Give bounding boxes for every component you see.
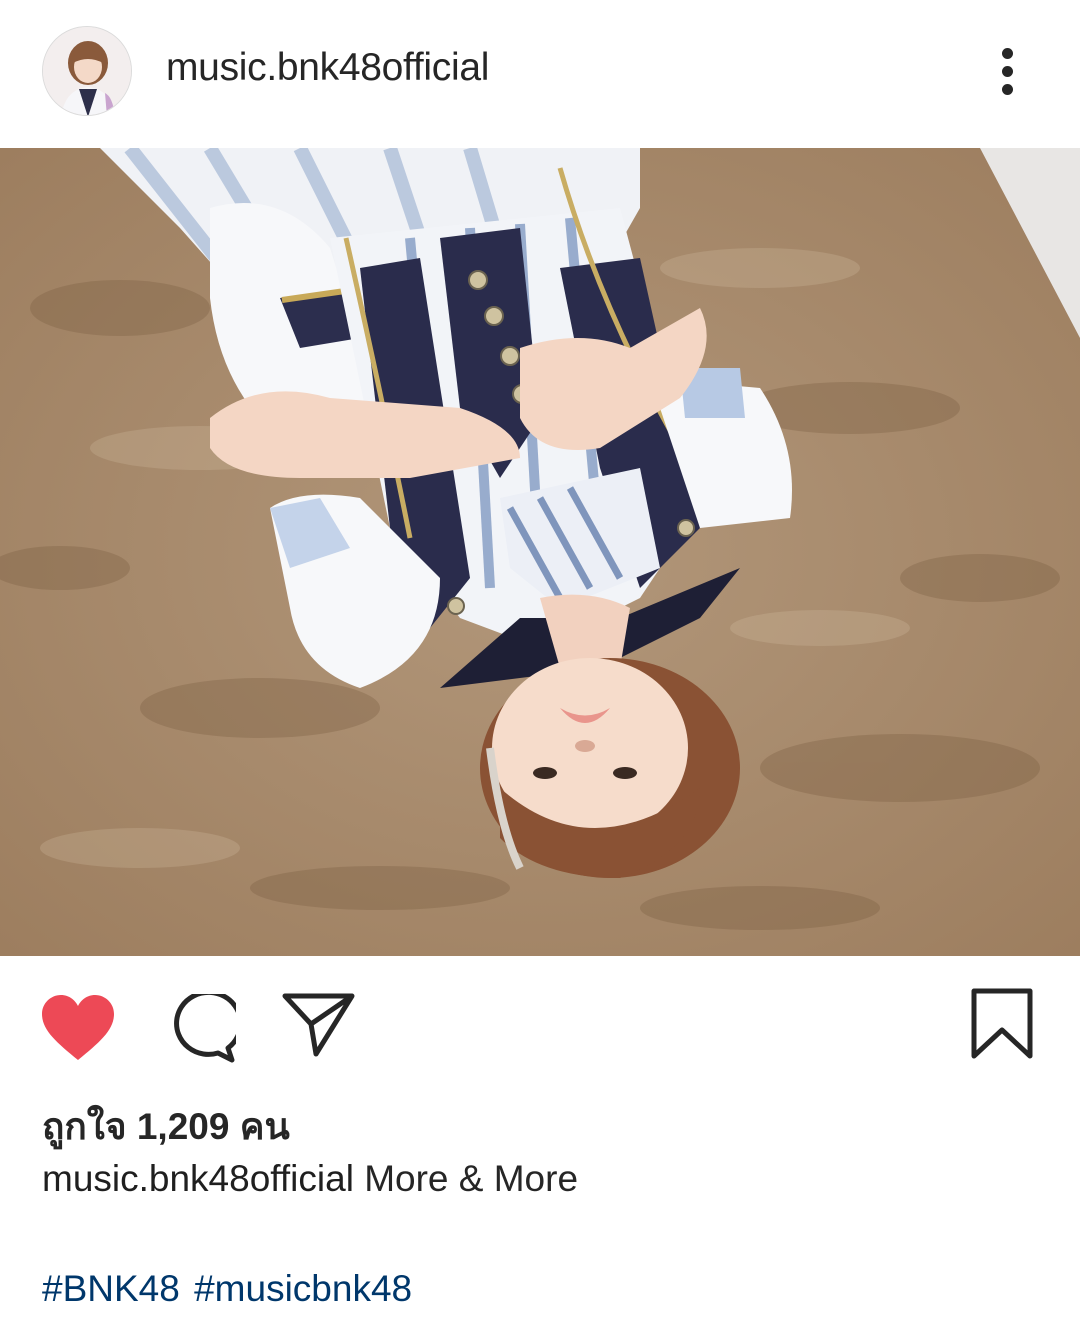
post-image[interactable] [0, 148, 1080, 956]
heart-filled-icon[interactable] [40, 994, 116, 1062]
profile-avatar[interactable] [42, 26, 132, 116]
hashtag-bnk48[interactable]: #BNK48 [42, 1268, 180, 1309]
post-header: music.bnk48official [0, 0, 1080, 148]
paper-plane-icon[interactable] [282, 992, 356, 1058]
hashtag-musicbnk48[interactable]: #musicbnk48 [194, 1268, 412, 1309]
caption-username[interactable]: music.bnk48official [42, 1158, 354, 1199]
comment-bubble-icon[interactable] [162, 989, 244, 1064]
bookmark-icon[interactable] [970, 988, 1034, 1060]
caption-text: More & More [364, 1158, 579, 1199]
hashtag-list: #BNK48 #musicbnk48 [42, 1268, 416, 1310]
caption: music.bnk48official More & More [42, 1158, 578, 1200]
post-username[interactable]: music.bnk48official [166, 46, 489, 90]
action-bar [0, 956, 1080, 1086]
likes-count[interactable]: ถูกใจ 1,209 คน [42, 1097, 290, 1156]
more-options-icon[interactable] [990, 44, 1026, 98]
